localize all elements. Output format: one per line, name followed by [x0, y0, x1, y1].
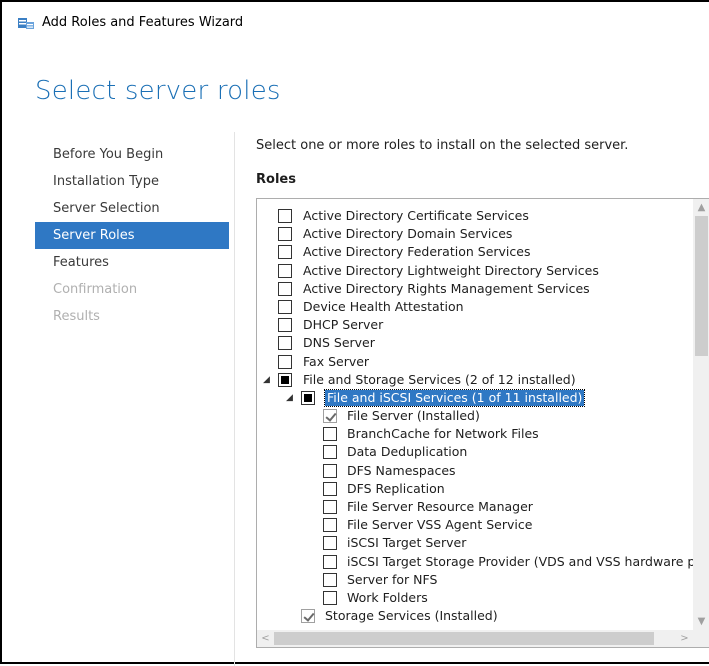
expand-collapse-icon[interactable]: ◢	[263, 375, 273, 385]
role-label[interactable]: Work Folders	[347, 590, 428, 606]
role-checkbox[interactable]	[278, 263, 292, 278]
role-label[interactable]: Active Directory Certificate Services	[303, 208, 529, 224]
role-checkbox[interactable]	[323, 518, 337, 533]
role-checkbox[interactable]	[323, 536, 337, 551]
role-label[interactable]: iSCSI Target Server	[347, 535, 466, 551]
role-checkbox[interactable]	[278, 281, 292, 296]
role-row[interactable]: Active Directory Certificate Services	[257, 207, 693, 225]
nav-item-installation-type[interactable]: Installation Type	[35, 168, 229, 195]
role-row[interactable]: Data Deduplication	[257, 443, 693, 461]
title-bar: Add Roles and Features Wizard	[2, 2, 709, 42]
scroll-down-icon[interactable]: ▼	[693, 613, 709, 630]
role-label[interactable]: BranchCache for Network Files	[347, 426, 539, 442]
role-row[interactable]: ◢ File and iSCSI Services (1 of 11 instal…	[257, 388, 693, 407]
role-label[interactable]: Active Directory Lightweight Directory S…	[303, 263, 599, 279]
role-row[interactable]: BranchCache for Network Files	[257, 425, 693, 443]
roles-tree[interactable]: Active Directory Certificate Services Act…	[256, 198, 709, 648]
vertical-scroll-thumb[interactable]	[695, 216, 708, 356]
role-label[interactable]: DNS Server	[303, 335, 375, 351]
role-label[interactable]: iSCSI Target Storage Provider (VDS and V…	[347, 554, 708, 570]
wizard-window: Add Roles and Features Wizard Select ser…	[0, 0, 709, 666]
role-row[interactable]: ◢ File and Storage Services (2 of 12 inst…	[257, 371, 693, 389]
role-checkbox[interactable]	[323, 590, 337, 605]
role-label[interactable]: Active Directory Federation Services	[303, 244, 530, 260]
scroll-left-icon[interactable]: <	[257, 630, 274, 647]
role-label[interactable]: DFS Namespaces	[347, 463, 456, 479]
role-checkbox[interactable]	[323, 500, 337, 514]
scroll-right-icon[interactable]: >	[676, 630, 693, 647]
window-title: Add Roles and Features Wizard	[42, 14, 244, 30]
role-label[interactable]: Data Deduplication	[347, 444, 467, 460]
expand-collapse-icon[interactable]: ◢	[286, 393, 296, 403]
role-checkbox[interactable]	[323, 445, 337, 460]
role-row[interactable]: Device Health Attestation	[257, 298, 693, 316]
role-label[interactable]: DHCP Server	[303, 317, 383, 333]
role-row[interactable]: Active Directory Lightweight Directory S…	[257, 262, 693, 280]
role-row[interactable]: File Server (Installed)	[257, 407, 693, 425]
role-row[interactable]: File Server Resource Manager	[257, 498, 693, 516]
role-checkbox[interactable]	[323, 463, 337, 478]
role-checkbox[interactable]	[278, 318, 292, 333]
horizontal-scroll-thumb[interactable]	[274, 632, 654, 645]
roles-heading: Roles	[256, 172, 296, 187]
nav-item-server-roles[interactable]: Server Roles	[35, 222, 229, 249]
roles-list: Active Directory Certificate Services Act…	[257, 207, 708, 625]
scroll-up-icon[interactable]: ▲	[693, 199, 709, 216]
nav-item-features[interactable]: Features	[35, 249, 229, 276]
role-row[interactable]: Active Directory Domain Services	[257, 225, 693, 243]
role-checkbox[interactable]	[278, 336, 292, 351]
role-row[interactable]: DFS Replication	[257, 480, 693, 498]
role-checkbox[interactable]	[278, 354, 292, 369]
instruction-text: Select one or more roles to install on t…	[256, 138, 629, 153]
nav-item-server-selection[interactable]: Server Selection	[35, 195, 229, 222]
role-checkbox	[301, 609, 315, 624]
scrollbar-corner	[693, 630, 709, 647]
role-checkbox	[323, 409, 337, 424]
role-row[interactable]: iSCSI Target Server	[257, 534, 693, 552]
server-manager-icon	[18, 15, 34, 29]
nav-item-results: Results	[53, 309, 100, 324]
role-row[interactable]: DHCP Server	[257, 316, 693, 334]
nav-item-confirmation: Confirmation	[53, 282, 138, 297]
role-checkbox[interactable]	[278, 372, 292, 387]
role-row[interactable]: Fax Server	[257, 353, 693, 371]
role-checkbox[interactable]	[301, 390, 315, 405]
nav-divider	[234, 132, 235, 666]
role-checkbox[interactable]	[323, 481, 337, 496]
role-row[interactable]: DNS Server	[257, 334, 693, 352]
role-row[interactable]: Storage Services (Installed)	[257, 607, 693, 625]
role-checkbox[interactable]	[278, 245, 292, 260]
role-checkbox[interactable]	[278, 299, 292, 314]
role-checkbox[interactable]	[323, 572, 337, 587]
role-label[interactable]: File and iSCSI Services (1 of 11 install…	[323, 388, 586, 407]
role-label[interactable]: Storage Services (Installed)	[325, 608, 498, 624]
role-label[interactable]: Active Directory Rights Management Servi…	[303, 281, 590, 297]
role-row[interactable]: Active Directory Rights Management Servi…	[257, 280, 693, 298]
role-label[interactable]: File and Storage Services (2 of 12 insta…	[303, 372, 576, 388]
wizard-navigation: Before You Begin Installation Type Server …	[35, 141, 229, 330]
role-label[interactable]: File Server VSS Agent Service	[347, 517, 532, 533]
role-label[interactable]: File Server (Installed)	[347, 408, 480, 424]
role-label[interactable]: DFS Replication	[347, 481, 445, 497]
role-checkbox[interactable]	[323, 554, 337, 569]
role-label[interactable]: Fax Server	[303, 354, 369, 370]
role-checkbox[interactable]	[323, 427, 337, 442]
role-checkbox[interactable]	[278, 227, 292, 242]
role-label[interactable]: File Server Resource Manager	[347, 499, 533, 515]
role-row[interactable]: Active Directory Federation Services	[257, 243, 693, 261]
role-label[interactable]: Server for NFS	[347, 572, 437, 588]
role-row[interactable]: Server for NFS	[257, 571, 693, 589]
role-row[interactable]: DFS Namespaces	[257, 462, 693, 480]
role-row[interactable]: File Server VSS Agent Service	[257, 516, 693, 534]
role-row[interactable]: iSCSI Target Storage Provider (VDS and V…	[257, 553, 708, 571]
horizontal-scrollbar[interactable]: < >	[257, 630, 693, 647]
vertical-scrollbar[interactable]: ▲ ▼	[693, 199, 709, 630]
role-checkbox[interactable]	[278, 209, 292, 223]
role-label[interactable]: Device Health Attestation	[303, 299, 464, 315]
page-title: Select server roles	[35, 76, 281, 106]
role-row[interactable]: Work Folders	[257, 589, 693, 607]
nav-item-before-you-begin[interactable]: Before You Begin	[35, 141, 229, 168]
role-label[interactable]: Active Directory Domain Services	[303, 226, 512, 242]
